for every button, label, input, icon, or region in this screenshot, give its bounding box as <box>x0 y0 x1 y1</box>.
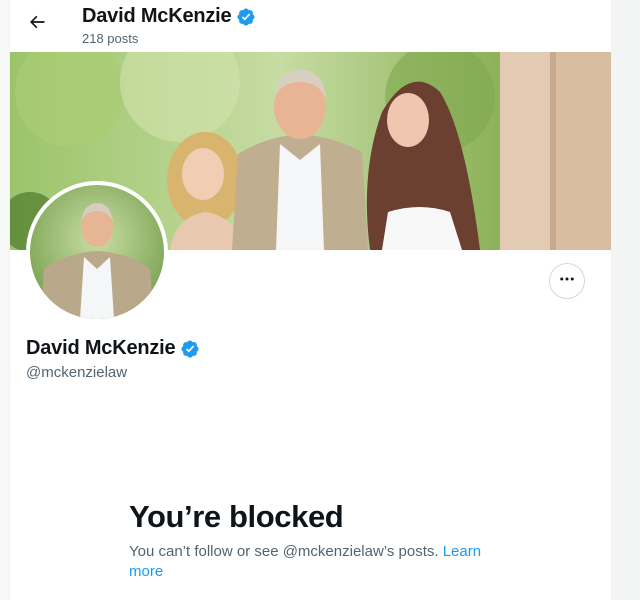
profile-header: David McKenzie 218 posts <box>10 0 611 52</box>
blocked-title: You’re blocked <box>129 499 344 534</box>
page-background-right <box>611 0 640 600</box>
more-options-button[interactable] <box>549 263 585 299</box>
profile-display-name: David McKenzie <box>26 337 176 359</box>
blocked-message: You can’t follow or see @mckenzielaw’s p… <box>129 542 499 582</box>
posts-count: 218 posts <box>82 31 139 46</box>
profile-name: David McKenzie <box>26 337 200 360</box>
verified-badge-icon <box>180 339 200 359</box>
profile-handle: @mckenzielaw <box>26 364 128 381</box>
blocked-message-text: You can’t follow or see @mckenzielaw’s p… <box>129 543 439 560</box>
back-button[interactable] <box>20 7 54 41</box>
profile-avatar[interactable] <box>26 181 168 323</box>
blocked-notice: You’re blocked You can’t follow or see @… <box>129 498 499 582</box>
header-title: David McKenzie <box>82 5 256 28</box>
profile-column: David McKenzie 218 posts David McKenzie … <box>9 0 612 600</box>
arrow-left-icon <box>27 12 47 37</box>
verified-badge-icon <box>236 7 256 27</box>
more-horizontal-icon <box>558 270 576 293</box>
header-name: David McKenzie <box>82 5 232 27</box>
